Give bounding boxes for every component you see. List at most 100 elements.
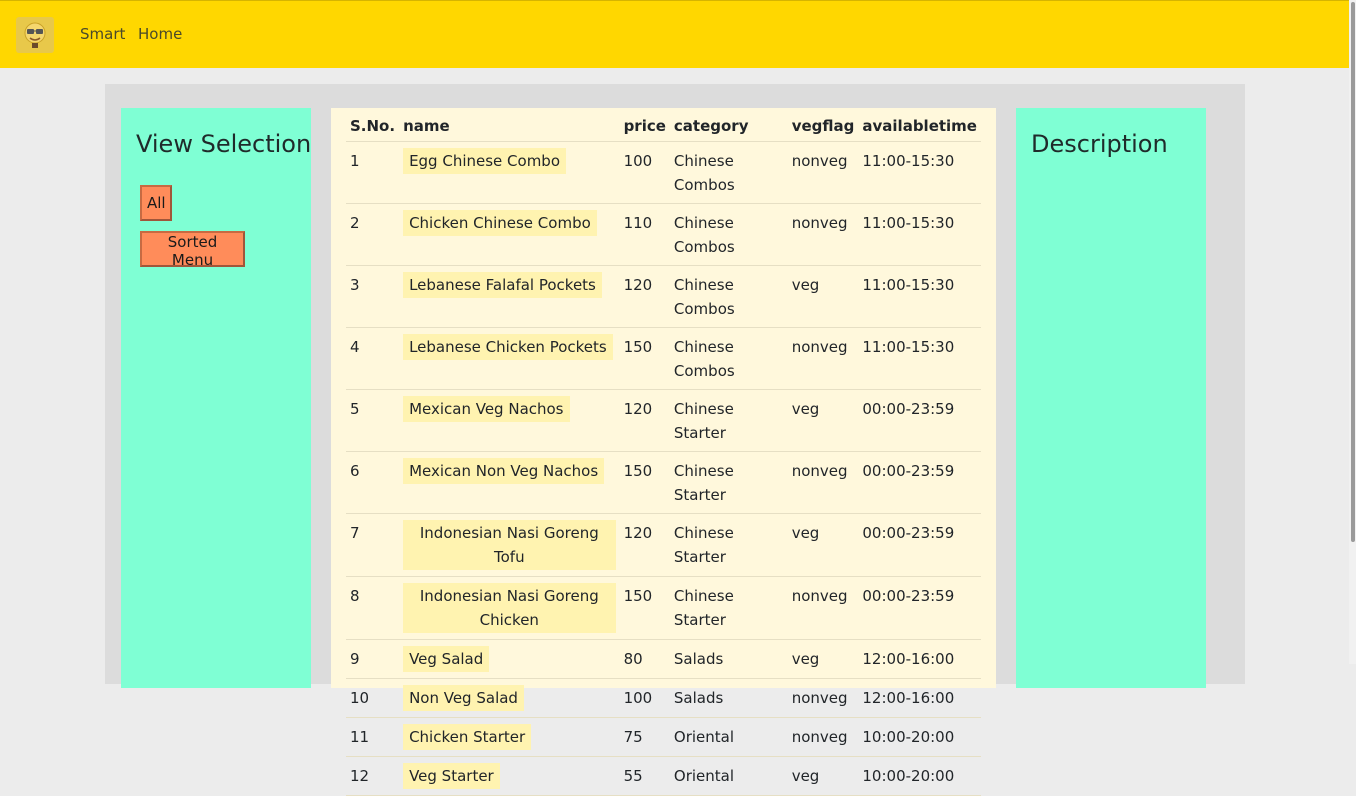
table-row: 8 Indonesian Nasi Goreng Chicken 150 Chines… <box>346 576 981 640</box>
cell-availabletime: 12:00-16:00 <box>858 639 981 679</box>
cell-name: Veg Starter <box>399 756 620 796</box>
cell-availabletime: 12:00-16:00 <box>858 678 981 718</box>
cell-sno: 12 <box>346 756 400 796</box>
table-header-row: S.No. name price category vegflag availa… <box>346 112 981 142</box>
cell-sno: 9 <box>346 639 400 679</box>
top-navbar: Smart Home <box>0 0 1349 68</box>
nav-home-link[interactable]: Home <box>138 25 182 43</box>
column-header-availabletime: availabletime <box>858 112 981 142</box>
column-header-vegflag: vegflag <box>787 112 859 142</box>
cell-price: 120 <box>619 265 670 328</box>
cell-price: 150 <box>619 451 670 514</box>
cell-availabletime: 00:00-23:59 <box>858 513 981 577</box>
cell-availabletime: 10:00-20:00 <box>858 756 981 796</box>
cell-sno: 7 <box>346 513 400 577</box>
cell-name: Non Veg Salad <box>399 678 620 718</box>
nav-brand-link[interactable]: Smart <box>80 25 125 43</box>
menu-item-name-button[interactable]: Egg Chinese Combo <box>403 148 567 174</box>
cell-name: Chicken Starter <box>399 717 620 757</box>
table-row: 10 Non Veg Salad 100 Salads nonveg 12:00-16:0… <box>346 678 981 718</box>
scrollbar-thumb[interactable] <box>1351 2 1355 542</box>
menu-item-name-button[interactable]: Chicken Chinese Combo <box>403 210 597 236</box>
table-row: 3 Lebanese Falafal Pockets 120 Chinese Comb… <box>346 265 981 328</box>
cell-name: Mexican Veg Nachos <box>399 389 620 452</box>
cell-category: Oriental <box>669 756 788 796</box>
cell-price: 120 <box>619 389 670 452</box>
cell-category: Salads <box>669 678 788 718</box>
menu-item-name-button[interactable]: Non Veg Salad <box>403 685 524 711</box>
cell-sno: 11 <box>346 717 400 757</box>
menu-item-name-button[interactable]: Veg Salad <box>403 646 490 672</box>
cell-name: Veg Salad <box>399 639 620 679</box>
cell-vegflag: nonveg <box>787 576 859 640</box>
table-body: 1 Egg Chinese Combo 100 Chinese Combos nonve… <box>346 141 981 796</box>
menu-item-name-button[interactable]: Mexican Non Veg Nachos <box>403 458 605 484</box>
cell-sno: 2 <box>346 203 400 266</box>
description-title: Description <box>1031 130 1168 158</box>
cell-vegflag: veg <box>787 389 859 452</box>
column-header-category: category <box>669 112 788 142</box>
cell-sno: 5 <box>346 389 400 452</box>
table-row: 6 Mexican Non Veg Nachos 150 Chinese Starte… <box>346 451 981 514</box>
view-selection-title: View Selection <box>136 130 312 158</box>
cell-sno: 8 <box>346 576 400 640</box>
menu-item-name-button[interactable]: Mexican Veg Nachos <box>403 396 570 422</box>
cell-category: Chinese Starter <box>669 513 788 577</box>
cell-sno: 6 <box>346 451 400 514</box>
cell-price: 120 <box>619 513 670 577</box>
cell-sno: 4 <box>346 327 400 390</box>
menu-item-name-button[interactable]: Veg Starter <box>403 763 500 789</box>
cell-sno: 3 <box>346 265 400 328</box>
menu-item-name-button[interactable]: Chicken Starter <box>403 724 532 750</box>
cell-category: Chinese Combos <box>669 265 788 328</box>
cell-name: Egg Chinese Combo <box>399 141 620 204</box>
cell-vegflag: veg <box>787 265 859 328</box>
app-logo-icon[interactable] <box>16 17 54 53</box>
table-row: 1 Egg Chinese Combo 100 Chinese Combos nonve… <box>346 141 981 204</box>
cell-availabletime: 11:00-15:30 <box>858 141 981 204</box>
cell-name: Lebanese Falafal Pockets <box>399 265 620 328</box>
column-header-name: name <box>399 112 620 142</box>
cell-vegflag: veg <box>787 513 859 577</box>
cell-category: Oriental <box>669 717 788 757</box>
cell-price: 100 <box>619 141 670 204</box>
cell-availabletime: 11:00-15:30 <box>858 327 981 390</box>
cell-price: 80 <box>619 639 670 679</box>
cell-vegflag: veg <box>787 639 859 679</box>
menu-item-name-button[interactable]: Lebanese Falafal Pockets <box>403 272 602 298</box>
cell-price: 55 <box>619 756 670 796</box>
cell-price: 150 <box>619 576 670 640</box>
menu-item-name-button[interactable]: Indonesian Nasi Goreng Chicken <box>403 583 616 633</box>
cell-price: 150 <box>619 327 670 390</box>
all-button[interactable]: All <box>140 185 172 221</box>
cell-vegflag: nonveg <box>787 327 859 390</box>
cell-category: Chinese Combos <box>669 203 788 266</box>
cell-availabletime: 00:00-23:59 <box>858 576 981 640</box>
menu-item-name-button[interactable]: Lebanese Chicken Pockets <box>403 334 613 360</box>
menu-table: S.No. name price category vegflag availa… <box>346 112 981 796</box>
cell-vegflag: nonveg <box>787 717 859 757</box>
cell-availabletime: 11:00-15:30 <box>858 203 981 266</box>
cell-category: Chinese Starter <box>669 451 788 514</box>
cell-name: Indonesian Nasi Goreng Tofu <box>399 513 620 577</box>
cell-vegflag: nonveg <box>787 451 859 514</box>
cell-price: 75 <box>619 717 670 757</box>
cell-name: Indonesian Nasi Goreng Chicken <box>399 576 620 640</box>
cell-category: Chinese Combos <box>669 141 788 204</box>
table-row: 11 Chicken Starter 75 Oriental nonveg 10:00-2… <box>346 717 981 757</box>
cell-vegflag: nonveg <box>787 678 859 718</box>
sorted-menu-button[interactable]: Sorted Menu <box>140 231 245 269</box>
description-panel: Description <box>1016 108 1206 688</box>
cell-category: Chinese Starter <box>669 576 788 640</box>
cell-availabletime: 11:00-15:30 <box>858 265 981 328</box>
column-header-price: price <box>619 112 670 142</box>
table-row: 9 Veg Salad 80 Salads veg 12:00-16:00 <box>346 639 981 679</box>
menu-item-name-button[interactable]: Indonesian Nasi Goreng Tofu <box>403 520 616 570</box>
page-scrollbar[interactable] <box>1349 0 1356 664</box>
cell-sno: 1 <box>346 141 400 204</box>
cell-category: Salads <box>669 639 788 679</box>
table-row: 2 Chicken Chinese Combo 110 Chinese Combos n… <box>346 203 981 266</box>
cell-availabletime: 10:00-20:00 <box>858 717 981 757</box>
cell-vegflag: nonveg <box>787 141 859 204</box>
cell-name: Chicken Chinese Combo <box>399 203 620 266</box>
